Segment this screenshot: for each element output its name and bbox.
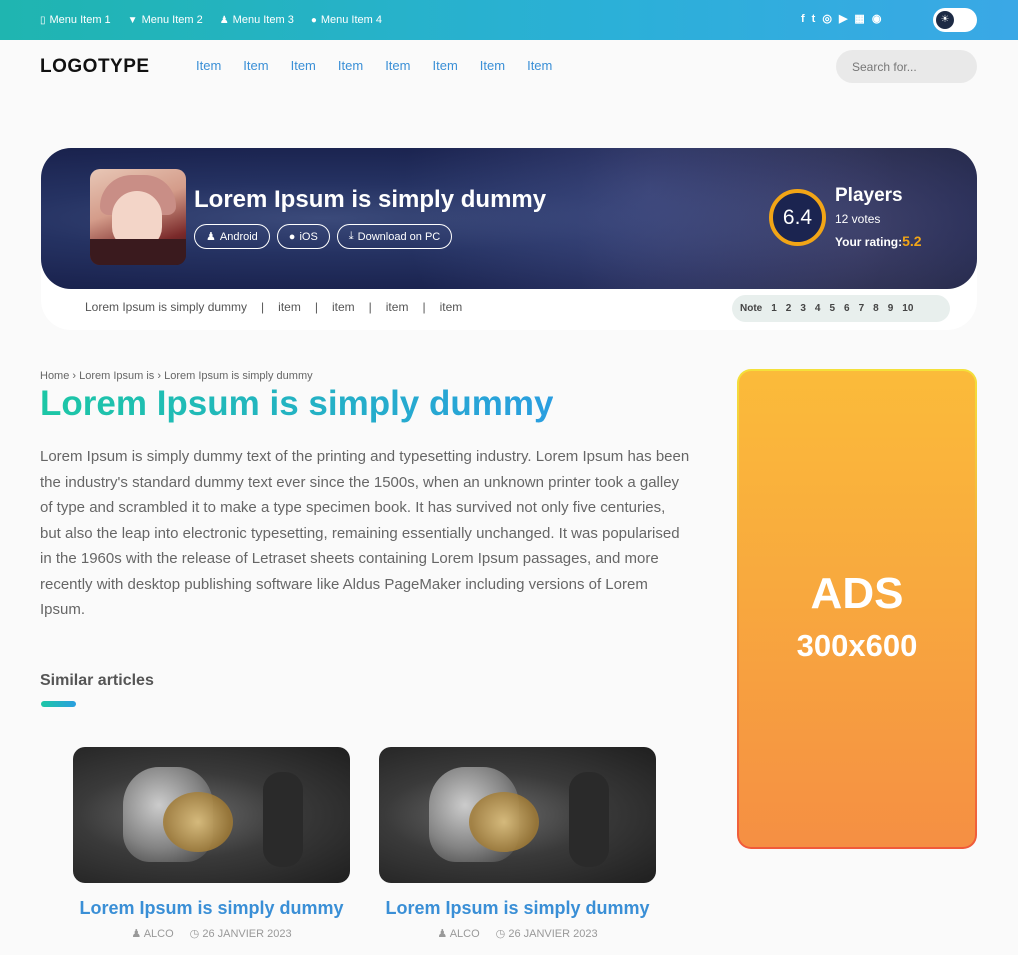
similar-articles-heading: Similar articles <box>40 672 154 689</box>
social-links: f t ◎ ▶ ▦ ◉ <box>801 12 882 26</box>
twitter-icon[interactable]: t <box>812 13 816 25</box>
clock-icon: ◷ <box>189 928 203 940</box>
votes-count: 12 votes <box>835 212 881 226</box>
top-menu-label: Menu Item 4 <box>320 14 382 26</box>
article-thumbnail[interactable] <box>73 747 350 883</box>
your-rating-value: 5.2 <box>902 233 922 249</box>
nav-item[interactable]: Item <box>385 58 410 73</box>
top-menu-label: Menu Item 3 <box>232 14 294 26</box>
subnav-item[interactable]: item <box>278 300 301 314</box>
author-name: ALCO <box>143 928 174 940</box>
article-card-meta: ♟ ALCO ◷ 26 JANVIER 2023 <box>379 927 656 940</box>
article-card-meta: ♟ ALCO ◷ 26 JANVIER 2023 <box>73 927 350 940</box>
instagram-icon[interactable]: ◎ <box>822 12 832 25</box>
user-icon: ♟ <box>437 928 450 940</box>
apple-icon: ● <box>288 230 296 243</box>
search-input[interactable] <box>836 50 977 83</box>
article-card-title[interactable]: Lorem Ipsum is simply dummy <box>379 898 656 919</box>
top-menu-item-2[interactable]: ▼ Menu Item 2 <box>128 14 203 26</box>
author-name: ALCO <box>449 928 480 940</box>
logo[interactable]: LOGOTYPE <box>40 56 150 78</box>
nav-item[interactable]: Item <box>243 58 268 73</box>
article-body: Lorem Ipsum is simply dummy text of the … <box>40 448 690 618</box>
game-title: Lorem Ipsum is simply dummy <box>194 186 547 213</box>
user-icon: ♟ <box>131 928 144 940</box>
sun-icon: ☀ <box>936 11 954 29</box>
clock-icon: ◷ <box>495 928 509 940</box>
note-option[interactable]: 5 <box>829 303 835 314</box>
date-text: 26 JANVIER 2023 <box>508 928 598 940</box>
android-icon: ♟ <box>219 14 229 26</box>
heading-underline <box>41 701 76 707</box>
score-badge: 6.4 <box>769 189 826 246</box>
store-icon[interactable]: ▦ <box>854 12 864 25</box>
your-rating-label: Your rating: <box>835 235 903 249</box>
your-rating: Your rating:5.2 <box>835 233 922 249</box>
article-card-title[interactable]: Lorem Ipsum is simply dummy <box>73 898 350 919</box>
article-thumbnail[interactable] <box>379 747 656 883</box>
article-card[interactable]: Lorem Ipsum is simply dummy ♟ ALCO ◷ 26 … <box>379 747 656 940</box>
top-menu-item-4[interactable]: ● Menu Item 4 <box>311 14 382 26</box>
apple-icon: ● <box>310 14 317 26</box>
rss-icon[interactable]: ◉ <box>872 12 882 25</box>
date: ◷ 26 JANVIER 2023 <box>190 927 292 940</box>
nav-item[interactable]: Item <box>432 58 457 73</box>
game-subnav: Lorem Ipsum is simply dummy | item | item |… <box>85 300 463 314</box>
nav-item[interactable]: Item <box>196 58 221 73</box>
download-label: Download on PC <box>357 230 441 243</box>
breadcrumb[interactable]: Home › Lorem Ipsum is › Lorem Ipsum is s… <box>40 370 313 382</box>
nav-item[interactable]: Item <box>291 58 316 73</box>
note-option[interactable]: 10 <box>902 303 913 314</box>
note-option[interactable]: 1 <box>771 303 777 314</box>
game-app-icon <box>90 169 186 265</box>
top-menu: ▯ Menu Item 1 ▼ Menu Item 2 ♟ Menu Item 3 ●… <box>40 0 382 40</box>
note-option[interactable]: 4 <box>815 303 821 314</box>
nav-item[interactable]: Item <box>338 58 363 73</box>
ios-button[interactable]: ● iOS <box>276 224 330 249</box>
subnav-item[interactable]: item <box>440 300 463 314</box>
note-option[interactable]: 8 <box>873 303 879 314</box>
youtube-icon[interactable]: ▶ <box>839 12 847 25</box>
platform-buttons: ♟ Android ● iOS ⤓ Download on PC <box>194 224 453 249</box>
ad-label: ADS <box>810 569 904 618</box>
download-icon: ⤓ <box>348 230 354 242</box>
note-option[interactable]: 2 <box>786 303 792 314</box>
mobile-icon: ▯ <box>40 14 46 26</box>
theme-toggle[interactable]: ☀ <box>933 8 977 32</box>
nav-item[interactable]: Item <box>480 58 505 73</box>
date: ◷ 26 JANVIER 2023 <box>496 927 598 940</box>
note-label: Note <box>740 303 763 314</box>
date-text: 26 JANVIER 2023 <box>202 928 292 940</box>
top-menu-item-3[interactable]: ♟ Menu Item 3 <box>220 14 294 26</box>
main-nav: Item Item Item Item Item Item Item Item <box>196 58 552 73</box>
article-card[interactable]: Lorem Ipsum is simply dummy ♟ ALCO ◷ 26 … <box>73 747 350 940</box>
nav-item[interactable]: Item <box>527 58 552 73</box>
subnav-item[interactable]: Lorem Ipsum is simply dummy <box>85 300 247 314</box>
note-option[interactable]: 3 <box>800 303 806 314</box>
players-label: Players <box>835 185 903 206</box>
ios-label: iOS <box>299 230 318 243</box>
download-pc-button[interactable]: ⤓ Download on PC <box>336 224 453 249</box>
top-bar: ▯ Menu Item 1 ▼ Menu Item 2 ♟ Menu Item 3 ●… <box>0 0 1018 40</box>
note-option[interactable]: 7 <box>859 303 865 314</box>
subnav-item[interactable]: item <box>386 300 409 314</box>
top-menu-label: Menu Item 1 <box>49 14 111 26</box>
android-button[interactable]: ♟ Android <box>194 224 270 249</box>
note-option[interactable]: 9 <box>888 303 894 314</box>
top-menu-label: Menu Item 2 <box>141 14 203 26</box>
filter-icon: ▼ <box>127 14 138 26</box>
android-label: Android <box>219 230 258 243</box>
android-icon: ♟ <box>206 231 216 243</box>
subnav-item[interactable]: item <box>332 300 355 314</box>
author: ♟ ALCO <box>131 927 173 940</box>
ad-size: 300x600 <box>796 628 918 663</box>
ad-banner[interactable]: ADS 300x600 <box>737 369 977 849</box>
top-menu-item-1[interactable]: ▯ Menu Item 1 <box>40 14 111 26</box>
author: ♟ ALCO <box>437 927 479 940</box>
note-option[interactable]: 6 <box>844 303 850 314</box>
page-title: Lorem Ipsum is simply dummy <box>40 384 554 423</box>
facebook-icon[interactable]: f <box>801 13 805 25</box>
rating-scale: Note 1 2 3 4 5 6 7 8 9 10 <box>732 295 950 322</box>
